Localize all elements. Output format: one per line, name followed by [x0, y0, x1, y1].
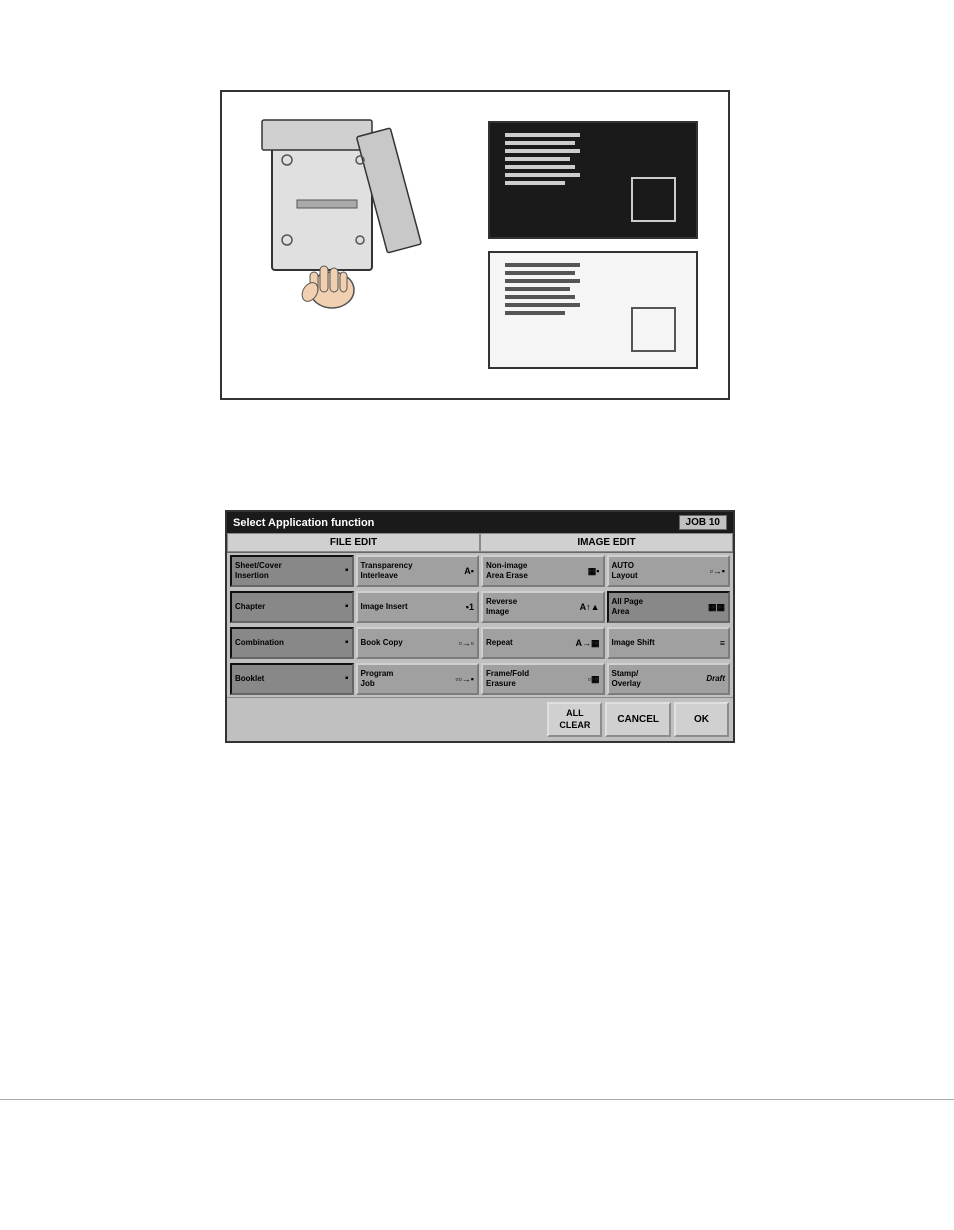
- select-application-dialog: Select Application function JOB 10 FILE …: [225, 510, 735, 743]
- job-badge: JOB 10: [679, 515, 727, 530]
- preview-light: [488, 251, 698, 369]
- preview-panels: [488, 121, 708, 369]
- btn-frame-fold-erasure[interactable]: Frame/FoldErasure ▫▦: [481, 663, 605, 695]
- btn-reverse-image[interactable]: ReverseImage A↑▲: [481, 591, 605, 623]
- dialog-bottom-bar: ALLCLEAR CANCEL OK: [227, 697, 733, 741]
- btn-sheet-cover-insertion[interactable]: Sheet/CoverInsertion ▪: [230, 555, 354, 587]
- btn-stamp-overlay[interactable]: Stamp/Overlay Draft: [607, 663, 731, 695]
- btn-book-copy[interactable]: Book Copy ▫→▫: [356, 627, 480, 659]
- dialog-title-bar: Select Application function JOB 10: [227, 512, 733, 533]
- cancel-button[interactable]: CANCEL: [605, 702, 671, 737]
- btn-repeat[interactable]: Repeat A→▦: [481, 627, 605, 659]
- preview-dark: [488, 121, 698, 239]
- btn-booklet[interactable]: Booklet ▪: [230, 663, 354, 695]
- btn-non-image-area-erase[interactable]: Non-imageArea Erase ▦▪: [481, 555, 605, 587]
- btn-combination[interactable]: Combination ▪: [230, 627, 354, 659]
- btn-program-job[interactable]: ProgramJob ▫▫→▪: [356, 663, 480, 695]
- buttons-row-4: Booklet ▪ ProgramJob ▫▫→▪ Frame/FoldEras…: [227, 661, 733, 697]
- buttons-row-3: Combination ▪ Book Copy ▫→▫ Repeat A→▦ I…: [227, 625, 733, 661]
- section-headers: FILE EDIT IMAGE EDIT: [227, 533, 733, 553]
- btn-chapter[interactable]: Chapter ▪: [230, 591, 354, 623]
- ok-button[interactable]: OK: [674, 702, 729, 737]
- btn-transparency-interleave[interactable]: TransparencyInterleave A▪: [356, 555, 480, 587]
- illustration-container: [220, 90, 730, 400]
- btn-image-shift[interactable]: Image Shift ≡: [607, 627, 731, 659]
- buttons-row-2: Chapter ▪ Image Insert ▪1 ReverseImage A…: [227, 589, 733, 625]
- device-illustration: [242, 110, 442, 380]
- btn-image-insert[interactable]: Image Insert ▪1: [356, 591, 480, 623]
- bottom-separator: [0, 1099, 954, 1100]
- all-clear-button[interactable]: ALLCLEAR: [547, 702, 602, 737]
- buttons-row-1: Sheet/CoverInsertion ▪ TransparencyInter…: [227, 553, 733, 589]
- dialog-title: Select Application function: [233, 517, 374, 529]
- btn-auto-layout[interactable]: AUTOLayout ▫→▪: [607, 555, 731, 587]
- btn-all-page-area[interactable]: All PageArea ▦▦: [607, 591, 731, 623]
- file-edit-header: FILE EDIT: [227, 533, 480, 552]
- image-edit-header: IMAGE EDIT: [480, 533, 733, 552]
